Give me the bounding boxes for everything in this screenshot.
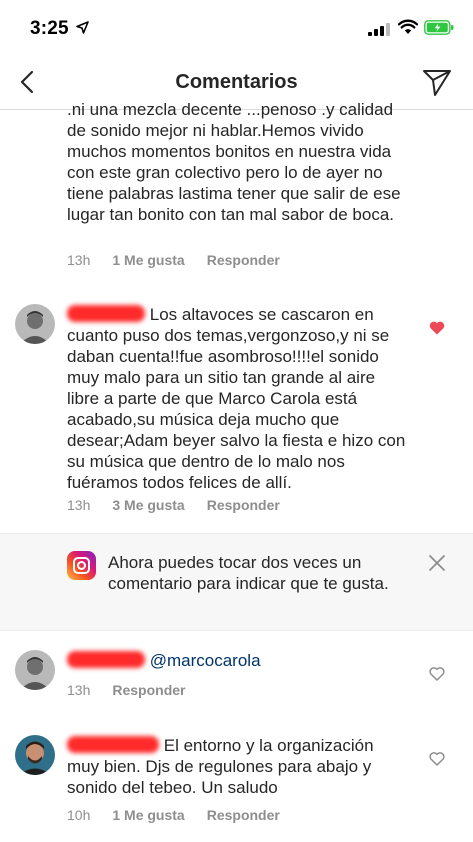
double-tap-notice: Ahora puedes tocar dos veces un comentar… (0, 533, 473, 631)
redacted-username[interactable] (67, 305, 145, 322)
page-title: Comentarios (175, 71, 298, 93)
avatar-photo (15, 735, 55, 775)
status-bar: 3:25 (0, 0, 473, 58)
comment-meta: 10h 1 Me gusta Responder (67, 807, 302, 823)
reply-button[interactable]: Responder (112, 682, 185, 698)
avatar-photo (15, 304, 55, 344)
comment-item[interactable]: @marcocarola (67, 650, 407, 671)
comment-item[interactable]: Los altavoces se cascaron en cuanto puso… (67, 304, 407, 493)
likes-count[interactable]: 1 Me gusta (112, 807, 184, 823)
avatar[interactable] (15, 304, 55, 344)
heart-outline-icon[interactable] (429, 752, 445, 766)
reply-button[interactable]: Responder (207, 252, 280, 268)
comment-meta: 13h Responder (67, 682, 207, 698)
heart-outline-icon[interactable] (429, 667, 445, 681)
comment-meta: 13h 3 Me gusta Responder (67, 497, 302, 513)
likes-count[interactable]: 1 Me gusta (112, 252, 184, 268)
redacted-username[interactable] (67, 651, 145, 668)
close-icon[interactable] (426, 552, 448, 574)
comment-time: 13h (67, 682, 91, 698)
comment-meta: 13h 1 Me gusta Responder (67, 252, 302, 268)
wifi-icon (398, 19, 418, 34)
status-time: 3:25 (30, 18, 69, 39)
avatar[interactable] (15, 650, 55, 690)
location-arrow-icon (76, 21, 89, 34)
comment-text: .ni una mezcla decente ...penoso .y cali… (67, 100, 401, 224)
likes-count[interactable]: 3 Me gusta (112, 497, 184, 513)
comment-item[interactable]: El entorno y la organización muy bien. D… (67, 735, 407, 798)
comment-text: Los altavoces se cascaron en cuanto puso… (67, 305, 406, 492)
mention-link[interactable]: @marcocarola (150, 651, 261, 670)
battery-icon (424, 20, 454, 35)
redacted-username[interactable] (67, 736, 159, 753)
share-button[interactable] (420, 66, 454, 100)
comment-time: 13h (67, 497, 91, 513)
comment-time: 13h (67, 252, 91, 268)
send-direct-icon (423, 70, 451, 96)
heart-filled-icon[interactable] (429, 321, 445, 335)
instagram-icon (67, 551, 96, 580)
avatar[interactable] (15, 735, 55, 775)
comment-item[interactable]: .ni una mezcla decente ...penoso .y cali… (67, 99, 407, 246)
notice-text: Ahora puedes tocar dos veces un comentar… (108, 553, 389, 593)
reply-button[interactable]: Responder (207, 497, 280, 513)
comment-time: 10h (67, 807, 91, 823)
signal-icon (368, 23, 390, 36)
avatar-photo (15, 650, 55, 690)
reply-button[interactable]: Responder (207, 807, 280, 823)
